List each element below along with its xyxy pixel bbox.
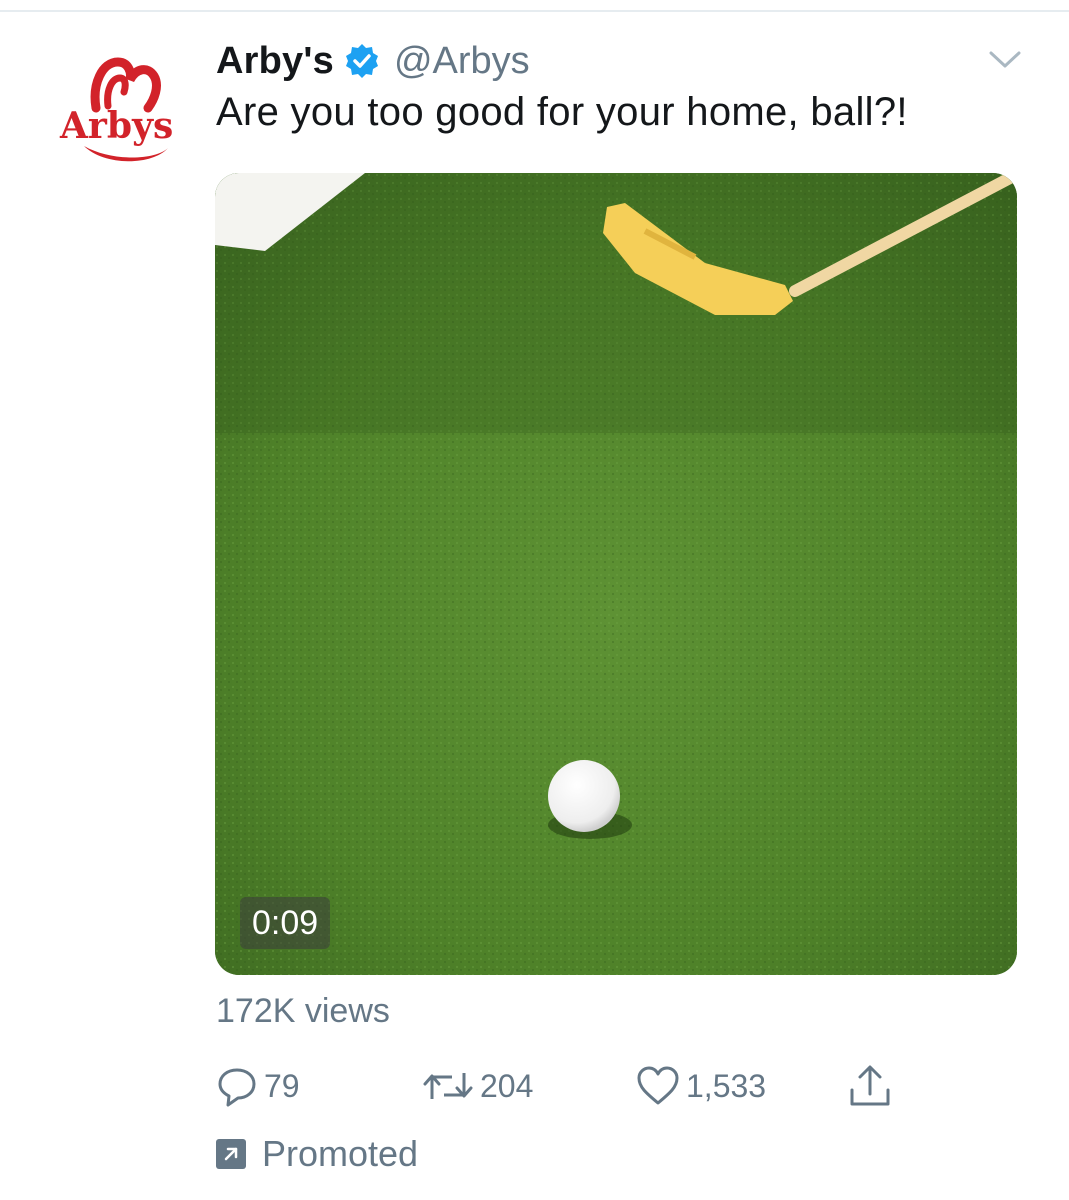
tweet-text: Are you too good for your home, ball?!	[216, 90, 908, 134]
retweet-count: 204	[480, 1067, 534, 1104]
like-button[interactable]: 1,533	[636, 1062, 766, 1110]
verified-badge-icon	[344, 43, 380, 79]
heart-icon	[636, 1065, 680, 1107]
tweet-header: Arby's @Arbys	[216, 38, 530, 84]
video-thumbnail	[215, 173, 1017, 975]
promoted-arrow-icon	[216, 1139, 246, 1169]
divider	[0, 10, 1069, 12]
share-icon	[848, 1064, 892, 1108]
user-handle[interactable]: @Arbys	[394, 40, 530, 83]
reply-button[interactable]: 79	[216, 1062, 300, 1110]
tweet-actions: 79 204 1,533	[216, 1062, 916, 1110]
reply-count: 79	[264, 1067, 300, 1104]
like-count: 1,533	[686, 1067, 767, 1104]
reply-icon	[216, 1065, 258, 1107]
retweet-button[interactable]: 204	[422, 1062, 533, 1110]
view-count: 172K views	[216, 992, 390, 1030]
tweet-card: Arbys Arby's @Arbys Are you too good for…	[0, 0, 1069, 1200]
arbys-logo: Arbys	[59, 57, 173, 162]
video-duration-badge: 0:09	[240, 897, 331, 949]
promoted-label: Promoted	[262, 1133, 419, 1174]
avatar[interactable]: Arbys	[56, 48, 188, 172]
retweet-icon	[422, 1065, 474, 1107]
svg-text:Arbys: Arbys	[59, 105, 173, 147]
promoted-label-row[interactable]: Promoted	[216, 1132, 418, 1176]
display-name[interactable]: Arby's	[216, 40, 334, 83]
chevron-down-icon[interactable]	[988, 48, 1022, 72]
video-player[interactable]: 0:09	[215, 173, 1017, 975]
share-button[interactable]	[848, 1062, 892, 1110]
